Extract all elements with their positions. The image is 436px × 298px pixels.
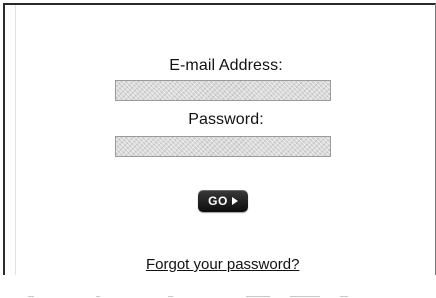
- footer-divider: [246, 296, 270, 297]
- password-label: Password:: [188, 111, 264, 128]
- footer-divider: [28, 296, 34, 297]
- go-button-label: GO: [208, 194, 228, 208]
- password-field[interactable]: [115, 136, 331, 157]
- forgot-password-link[interactable]: Forgot your password?: [146, 256, 299, 273]
- arrow-right-icon: [231, 197, 238, 205]
- footer-divider: [340, 296, 348, 297]
- footer-divider: [96, 296, 100, 297]
- go-button[interactable]: GO: [198, 190, 248, 212]
- footer-divider: [290, 296, 320, 297]
- footer-divider: [168, 296, 173, 297]
- email-label: E-mail Address:: [169, 57, 283, 74]
- email-field[interactable]: [115, 80, 331, 101]
- footer-strip: [0, 276, 436, 298]
